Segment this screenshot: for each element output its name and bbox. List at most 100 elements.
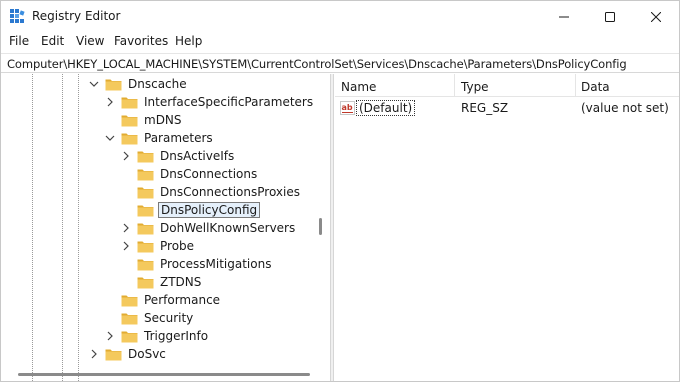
folder-icon — [121, 331, 138, 342]
chevron-down-icon[interactable] — [105, 133, 115, 143]
tree-item-label: mDNS — [144, 113, 182, 127]
tree-item[interactable]: Security — [105, 309, 195, 327]
chevron-right-icon[interactable] — [121, 223, 131, 233]
string-value-icon: ab — [340, 101, 355, 115]
tree-spacer — [121, 169, 131, 179]
tree-item-label: Parameters — [144, 131, 213, 145]
tree-item[interactable]: TriggerInfo — [105, 327, 210, 345]
list-header: Name Type Data — [335, 74, 679, 97]
tree-spacer — [105, 295, 115, 305]
folder-icon — [105, 349, 122, 360]
tree-item[interactable]: DnsActiveIfs — [121, 147, 236, 165]
tree-guide-line — [78, 74, 79, 381]
tree-spacer — [105, 115, 115, 125]
close-button[interactable] — [633, 1, 679, 32]
value-data-cell: (value not set) — [581, 101, 669, 115]
chevron-right-icon[interactable] — [121, 241, 131, 251]
close-icon — [651, 11, 661, 22]
address-path[interactable]: Computer\HKEY_LOCAL_MACHINE\SYSTEM\Curre… — [7, 57, 627, 71]
tree-item-label: InterfaceSpecificParameters — [144, 95, 314, 109]
tree-spacer — [121, 277, 131, 287]
tree-item-label: DoSvc — [128, 347, 166, 361]
menu-bar: File Edit View Favorites Help — [1, 32, 679, 52]
tree-horizontal-scrollbar[interactable] — [18, 373, 310, 376]
folder-icon — [121, 115, 138, 126]
folder-icon — [121, 97, 138, 108]
menu-file[interactable]: File — [9, 34, 29, 48]
tree-item-label: ProcessMitigations — [160, 257, 272, 271]
chevron-right-icon[interactable] — [105, 331, 115, 341]
column-header-data[interactable]: Data — [581, 80, 610, 94]
minimize-icon — [559, 16, 569, 17]
maximize-button[interactable] — [587, 1, 633, 32]
tree-item-label: Security — [144, 311, 194, 325]
tree-item-label: Performance — [144, 293, 221, 307]
menu-favorites[interactable]: Favorites — [114, 34, 168, 48]
column-header-type[interactable]: Type — [461, 80, 489, 94]
tree-vertical-scrollbar[interactable] — [319, 218, 322, 235]
title-bar[interactable]: Registry Editor — [1, 1, 679, 32]
folder-icon — [137, 259, 154, 270]
menu-view[interactable]: View — [76, 34, 104, 48]
tree-item-label-selected: DnsPolicyConfig — [158, 202, 261, 218]
folder-icon — [137, 151, 154, 162]
tree-item[interactable]: DnsPolicyConfig — [121, 201, 261, 219]
tree-item[interactable]: Parameters — [105, 129, 215, 147]
folder-icon — [105, 79, 122, 90]
folder-icon — [121, 313, 138, 324]
address-bar[interactable]: Computer\HKEY_LOCAL_MACHINE\SYSTEM\Curre… — [1, 53, 679, 73]
values-list-pane[interactable]: Name Type Data ab (Default) REG_SZ (valu… — [335, 74, 679, 381]
tree-item[interactable]: Dnscache — [89, 75, 189, 93]
tree-item[interactable]: InterfaceSpecificParameters — [105, 93, 315, 111]
tree-spacer — [105, 313, 115, 323]
tree-item[interactable]: ProcessMitigations — [121, 255, 273, 273]
menu-edit[interactable]: Edit — [41, 34, 64, 48]
column-divider[interactable] — [454, 74, 455, 97]
folder-icon — [121, 133, 138, 144]
registry-editor-window: Registry Editor File Edit View Favorites… — [0, 0, 680, 382]
folder-icon — [137, 187, 154, 198]
folder-icon — [137, 205, 154, 216]
chevron-right-icon[interactable] — [89, 349, 99, 359]
tree-guide-line — [32, 74, 33, 381]
tree-spacer — [121, 205, 131, 215]
tree-item-label: ZTDNS — [160, 275, 202, 289]
tree-item-label: DnsConnectionsProxies — [160, 185, 300, 199]
tree-item[interactable]: DohWellKnownServers — [121, 219, 297, 237]
pane-splitter[interactable] — [330, 74, 334, 381]
tree-spacer — [121, 259, 131, 269]
tree-item-label: DnsActiveIfs — [160, 149, 235, 163]
folder-icon — [137, 241, 154, 252]
svg-text:ab: ab — [342, 103, 353, 112]
chevron-down-icon[interactable] — [89, 79, 99, 89]
column-header-name[interactable]: Name — [341, 80, 376, 94]
registry-editor-icon — [10, 9, 25, 23]
tree-item-label: TriggerInfo — [144, 329, 209, 343]
tree-spacer — [121, 187, 131, 197]
window-title: Registry Editor — [32, 9, 121, 23]
chevron-right-icon[interactable] — [121, 151, 131, 161]
tree-item[interactable]: DoSvc — [89, 345, 168, 363]
tree-item[interactable]: ZTDNS — [121, 273, 203, 291]
tree-item-label: Probe — [160, 239, 195, 253]
minimize-button[interactable] — [541, 1, 587, 32]
table-row[interactable]: ab (Default) REG_SZ (value not set) — [335, 98, 679, 118]
value-name-cell[interactable]: (Default) — [356, 100, 416, 116]
tree-item-label: DnsConnections — [160, 167, 258, 181]
folder-icon — [137, 277, 154, 288]
key-tree-pane[interactable]: Dnscache InterfaceSpecificParameters mDNS P… — [3, 74, 328, 381]
folder-icon — [121, 295, 138, 306]
tree-item[interactable]: DnsConnectionsProxies — [121, 183, 302, 201]
folder-icon — [137, 223, 154, 234]
tree-item-label: Dnscache — [128, 77, 187, 91]
column-divider[interactable] — [575, 74, 576, 97]
tree-item[interactable]: DnsConnections — [121, 165, 259, 183]
tree-item[interactable]: Performance — [105, 291, 222, 309]
tree-item[interactable]: mDNS — [105, 111, 184, 129]
maximize-icon — [605, 11, 615, 22]
tree-item[interactable]: Probe — [121, 237, 196, 255]
menu-help[interactable]: Help — [175, 34, 202, 48]
chevron-right-icon[interactable] — [105, 97, 115, 107]
tree-guide-line — [62, 74, 63, 381]
value-type-cell: REG_SZ — [461, 101, 509, 115]
